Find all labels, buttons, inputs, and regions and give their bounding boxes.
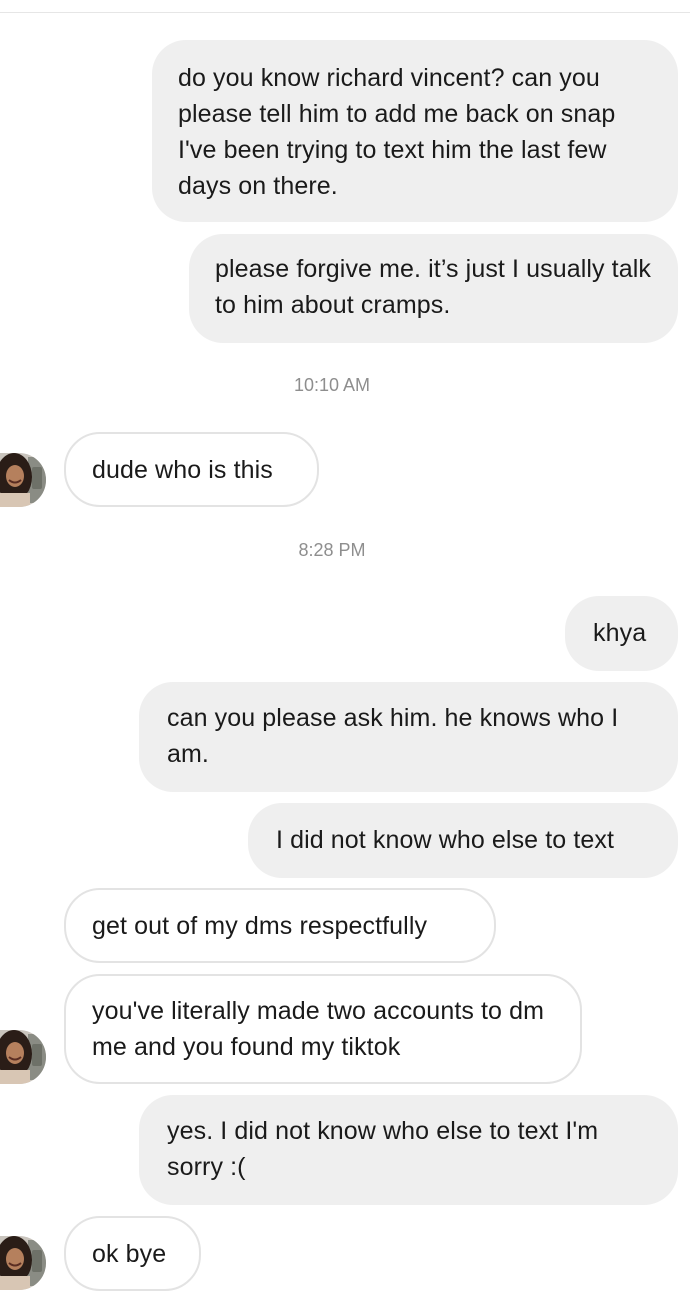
message-timestamp: 10:10 AM (293, 375, 371, 395)
contact-avatar[interactable] (0, 1236, 46, 1290)
contact-avatar[interactable] (0, 1030, 46, 1084)
received-message-bubble[interactable]: ok bye (64, 1216, 201, 1291)
avatar-icon (0, 453, 46, 507)
avatar-icon (0, 1030, 46, 1084)
message-timestamp: 8:28 PM (298, 540, 366, 560)
sent-message-bubble[interactable]: khya (565, 596, 678, 671)
contact-avatar[interactable] (0, 453, 46, 507)
sent-message-bubble[interactable]: I did not know who else to text (248, 803, 678, 878)
sent-message-bubble[interactable]: please forgive me. it’s just I usually t… (189, 234, 678, 343)
header-divider (0, 12, 690, 13)
avatar-icon (0, 1236, 46, 1290)
sent-message-bubble[interactable]: can you please ask him. he knows who I a… (139, 682, 678, 792)
sent-message-bubble[interactable]: do you know richard vincent? can you ple… (152, 40, 678, 222)
sent-message-bubble[interactable]: yes. I did not know who else to text I'm… (139, 1095, 678, 1205)
received-message-bubble[interactable]: get out of my dms respectfully (64, 888, 496, 963)
received-message-bubble[interactable]: you've literally made two accounts to dm… (64, 974, 582, 1084)
received-message-bubble[interactable]: dude who is this (64, 432, 319, 507)
